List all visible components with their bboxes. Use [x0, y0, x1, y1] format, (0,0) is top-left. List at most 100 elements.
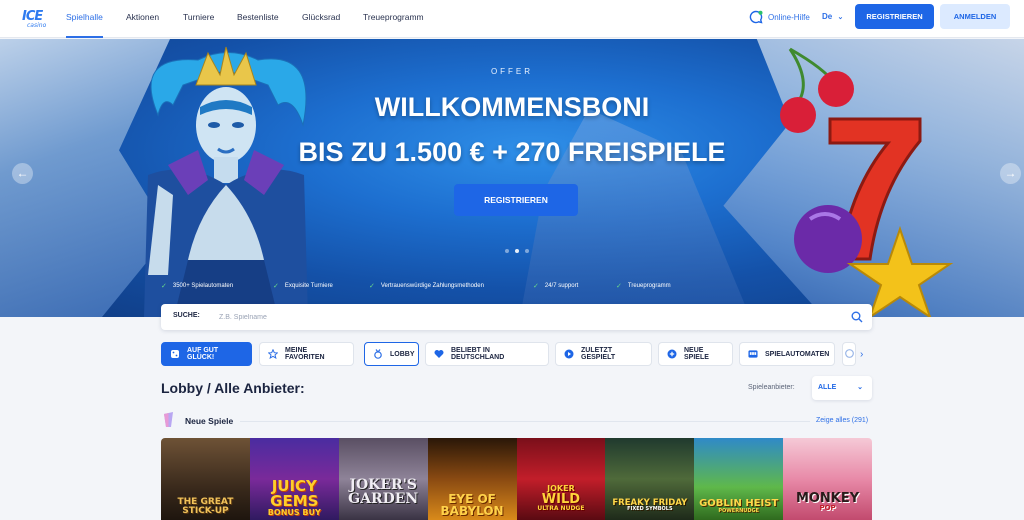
- feature-item: ✓ 24/7 support: [533, 282, 616, 290]
- heart-icon: [434, 349, 444, 359]
- ice-queen-illustration: [144, 46, 308, 317]
- medal-icon: [373, 349, 383, 359]
- feature-item: ✓ Vertrauenswürdige Zahlungsmethoden: [369, 282, 533, 290]
- carousel-dot[interactable]: [505, 249, 509, 253]
- login-button[interactable]: ANMELDEN: [940, 4, 1010, 29]
- chevron-down-icon: ⌄: [857, 384, 863, 391]
- game-title-line: BONUS BUY: [267, 508, 321, 517]
- nav-spielhalle[interactable]: Spielhalle: [66, 0, 103, 38]
- category-recent-button[interactable]: ZULETZT GESPIELT: [555, 342, 652, 366]
- game-tile[interactable]: MONKEY POP: [783, 438, 872, 520]
- site-logo[interactable]: ICE casino: [22, 7, 50, 31]
- online-help-link[interactable]: Online-Hilfe: [749, 9, 810, 25]
- coin-icon: [845, 348, 854, 360]
- check-icon: ✓: [533, 283, 539, 290]
- hero-subtitle: BIS ZU 1.500 € + 270 FREISPIELE: [298, 137, 726, 167]
- check-icon: ✓: [369, 283, 375, 290]
- show-all-link[interactable]: Zeige alles (291): [816, 417, 868, 424]
- carousel-dot[interactable]: [525, 249, 529, 253]
- hero-offer-label: OFFER: [490, 67, 534, 76]
- language-value: De: [822, 12, 833, 21]
- feature-item: ✓ 3500+ Spielautomaten: [161, 282, 273, 290]
- feature-label: Exquisite Turniere: [284, 283, 333, 289]
- game-tile[interactable]: EYE OF BABYLON: [427, 438, 517, 520]
- crystal-icon: [164, 412, 173, 427]
- feature-label: 24/7 support: [544, 283, 579, 289]
- check-icon: ✓: [273, 283, 279, 290]
- nav-gluecksrad[interactable]: Glücksrad: [302, 0, 340, 38]
- search-icon[interactable]: [851, 311, 863, 323]
- game-tile[interactable]: THE GREAT STICK-UP: [161, 438, 250, 520]
- game-tile[interactable]: GOBLIN HEIST POWERNUDGE: [694, 438, 784, 520]
- chat-icon: [749, 10, 763, 24]
- plus-icon: [667, 349, 677, 359]
- hero-features: ✓ 3500+ Spielautomaten ✓ Exquisite Turnier…: [161, 282, 706, 290]
- top-header: ICE casino Spielhalle Aktionen Turniere …: [0, 0, 1024, 38]
- game-title-line: GARDEN: [348, 491, 419, 507]
- game-title-line: FIXED SYMBOLS: [627, 506, 673, 512]
- game-tile[interactable]: JOKER WILD ULTRA NUDGE: [516, 438, 606, 520]
- nav-aktionen[interactable]: Aktionen: [126, 0, 159, 38]
- category-label: SPIELAUTOMATEN: [765, 350, 830, 358]
- category-new-games-button[interactable]: NEUE SPIELE: [658, 342, 733, 366]
- category-lucky-button[interactable]: AUF GUT GLÜCK!: [161, 342, 252, 366]
- check-icon: ✓: [161, 283, 167, 290]
- carousel-next-arrow-icon[interactable]: →: [1000, 163, 1021, 184]
- categories-scroll-right-icon[interactable]: ›: [860, 349, 863, 360]
- hero-title: WILLKOMMENSBONI: [374, 92, 650, 122]
- category-label: BELIEBT IN DEUTSCHLAND: [451, 347, 505, 361]
- nav-treueprogramm[interactable]: Treueprogramm: [363, 0, 424, 38]
- category-slots-button[interactable]: SPIELAUTOMATEN: [739, 342, 835, 366]
- provider-select[interactable]: ALLE ⌄: [812, 376, 872, 400]
- game-tile[interactable]: FREAKY FRIDAY FIXED SYMBOLS: [605, 438, 695, 520]
- feature-label: Vertrauenswürdige Zahlungsmethoden: [380, 283, 484, 289]
- category-label: ZULETZT GESPIELT: [581, 347, 616, 361]
- language-selector[interactable]: De ⌄: [822, 12, 843, 21]
- carousel-prev-arrow-icon[interactable]: ←: [12, 163, 33, 184]
- chevron-down-icon: ⌄: [837, 14, 844, 21]
- game-title-line: POWERNUDGE: [718, 508, 759, 514]
- replay-icon: [564, 349, 574, 359]
- hero-banner: OFFER WILLKOMMENSBONI BIS ZU 1.500 € + 2…: [0, 39, 1024, 317]
- fruit-seven-illustration: [780, 47, 954, 317]
- logo-subtext: casino: [27, 22, 47, 29]
- game-title-line: POP: [819, 504, 836, 512]
- online-help-label: Online-Hilfe: [768, 12, 810, 22]
- game-title-line: BABYLON: [440, 504, 504, 518]
- game-title-line: ULTRA NUDGE: [537, 505, 585, 512]
- category-favorites-button[interactable]: MEINE FAVORITEN: [259, 342, 354, 366]
- game-tile[interactable]: JUICY GEMS BONUS BUY: [249, 438, 339, 520]
- category-popular-button[interactable]: BELIEBT IN DEUTSCHLAND: [425, 342, 549, 366]
- nav-turniere[interactable]: Turniere: [183, 0, 214, 38]
- feature-label: 3500+ Spielautomaten: [172, 283, 234, 289]
- register-button[interactable]: REGISTRIEREN: [855, 4, 934, 29]
- slot-machine-icon: [748, 349, 758, 359]
- search-input[interactable]: [219, 310, 839, 324]
- game-title-line: STICK-UP: [182, 506, 229, 516]
- category-more-button[interactable]: [842, 342, 856, 366]
- new-games-row: THE GREAT STICK-UP JUICY GEMS BONUS BUY …: [161, 438, 872, 520]
- new-games-title: Neue Spiele: [185, 416, 234, 426]
- feature-item: ✓ Exquisite Turniere: [273, 282, 369, 290]
- category-lobby-button[interactable]: LOBBY: [364, 342, 419, 366]
- game-tile[interactable]: JOKER'S GARDEN: [338, 438, 428, 520]
- check-icon: ✓: [616, 283, 622, 290]
- star-icon: [268, 349, 278, 359]
- provider-value: ALLE: [818, 384, 837, 391]
- category-label: AUF GUT GLÜCK!: [187, 347, 219, 361]
- game-title-line: GEMS: [270, 492, 319, 510]
- dice-icon: [170, 349, 180, 359]
- hero-register-button[interactable]: REGISTRIEREN: [454, 184, 578, 216]
- nav-bestenliste[interactable]: Bestenliste: [237, 0, 279, 38]
- feature-label: Treueprogramm: [627, 283, 671, 289]
- carousel-indicators: [505, 249, 529, 253]
- category-label: NEUE SPIELE: [684, 347, 709, 361]
- category-label: LOBBY: [390, 350, 415, 358]
- game-search-bar: SUCHE:: [161, 304, 872, 330]
- feature-item: ✓ Treueprogramm: [616, 282, 706, 290]
- lobby-title: Lobby / Alle Anbieter:: [161, 380, 305, 396]
- carousel-dot-active[interactable]: [515, 249, 519, 253]
- section-divider: [240, 421, 810, 422]
- search-label: SUCHE:: [173, 312, 200, 319]
- provider-label: Spieleanbieter:: [748, 384, 795, 391]
